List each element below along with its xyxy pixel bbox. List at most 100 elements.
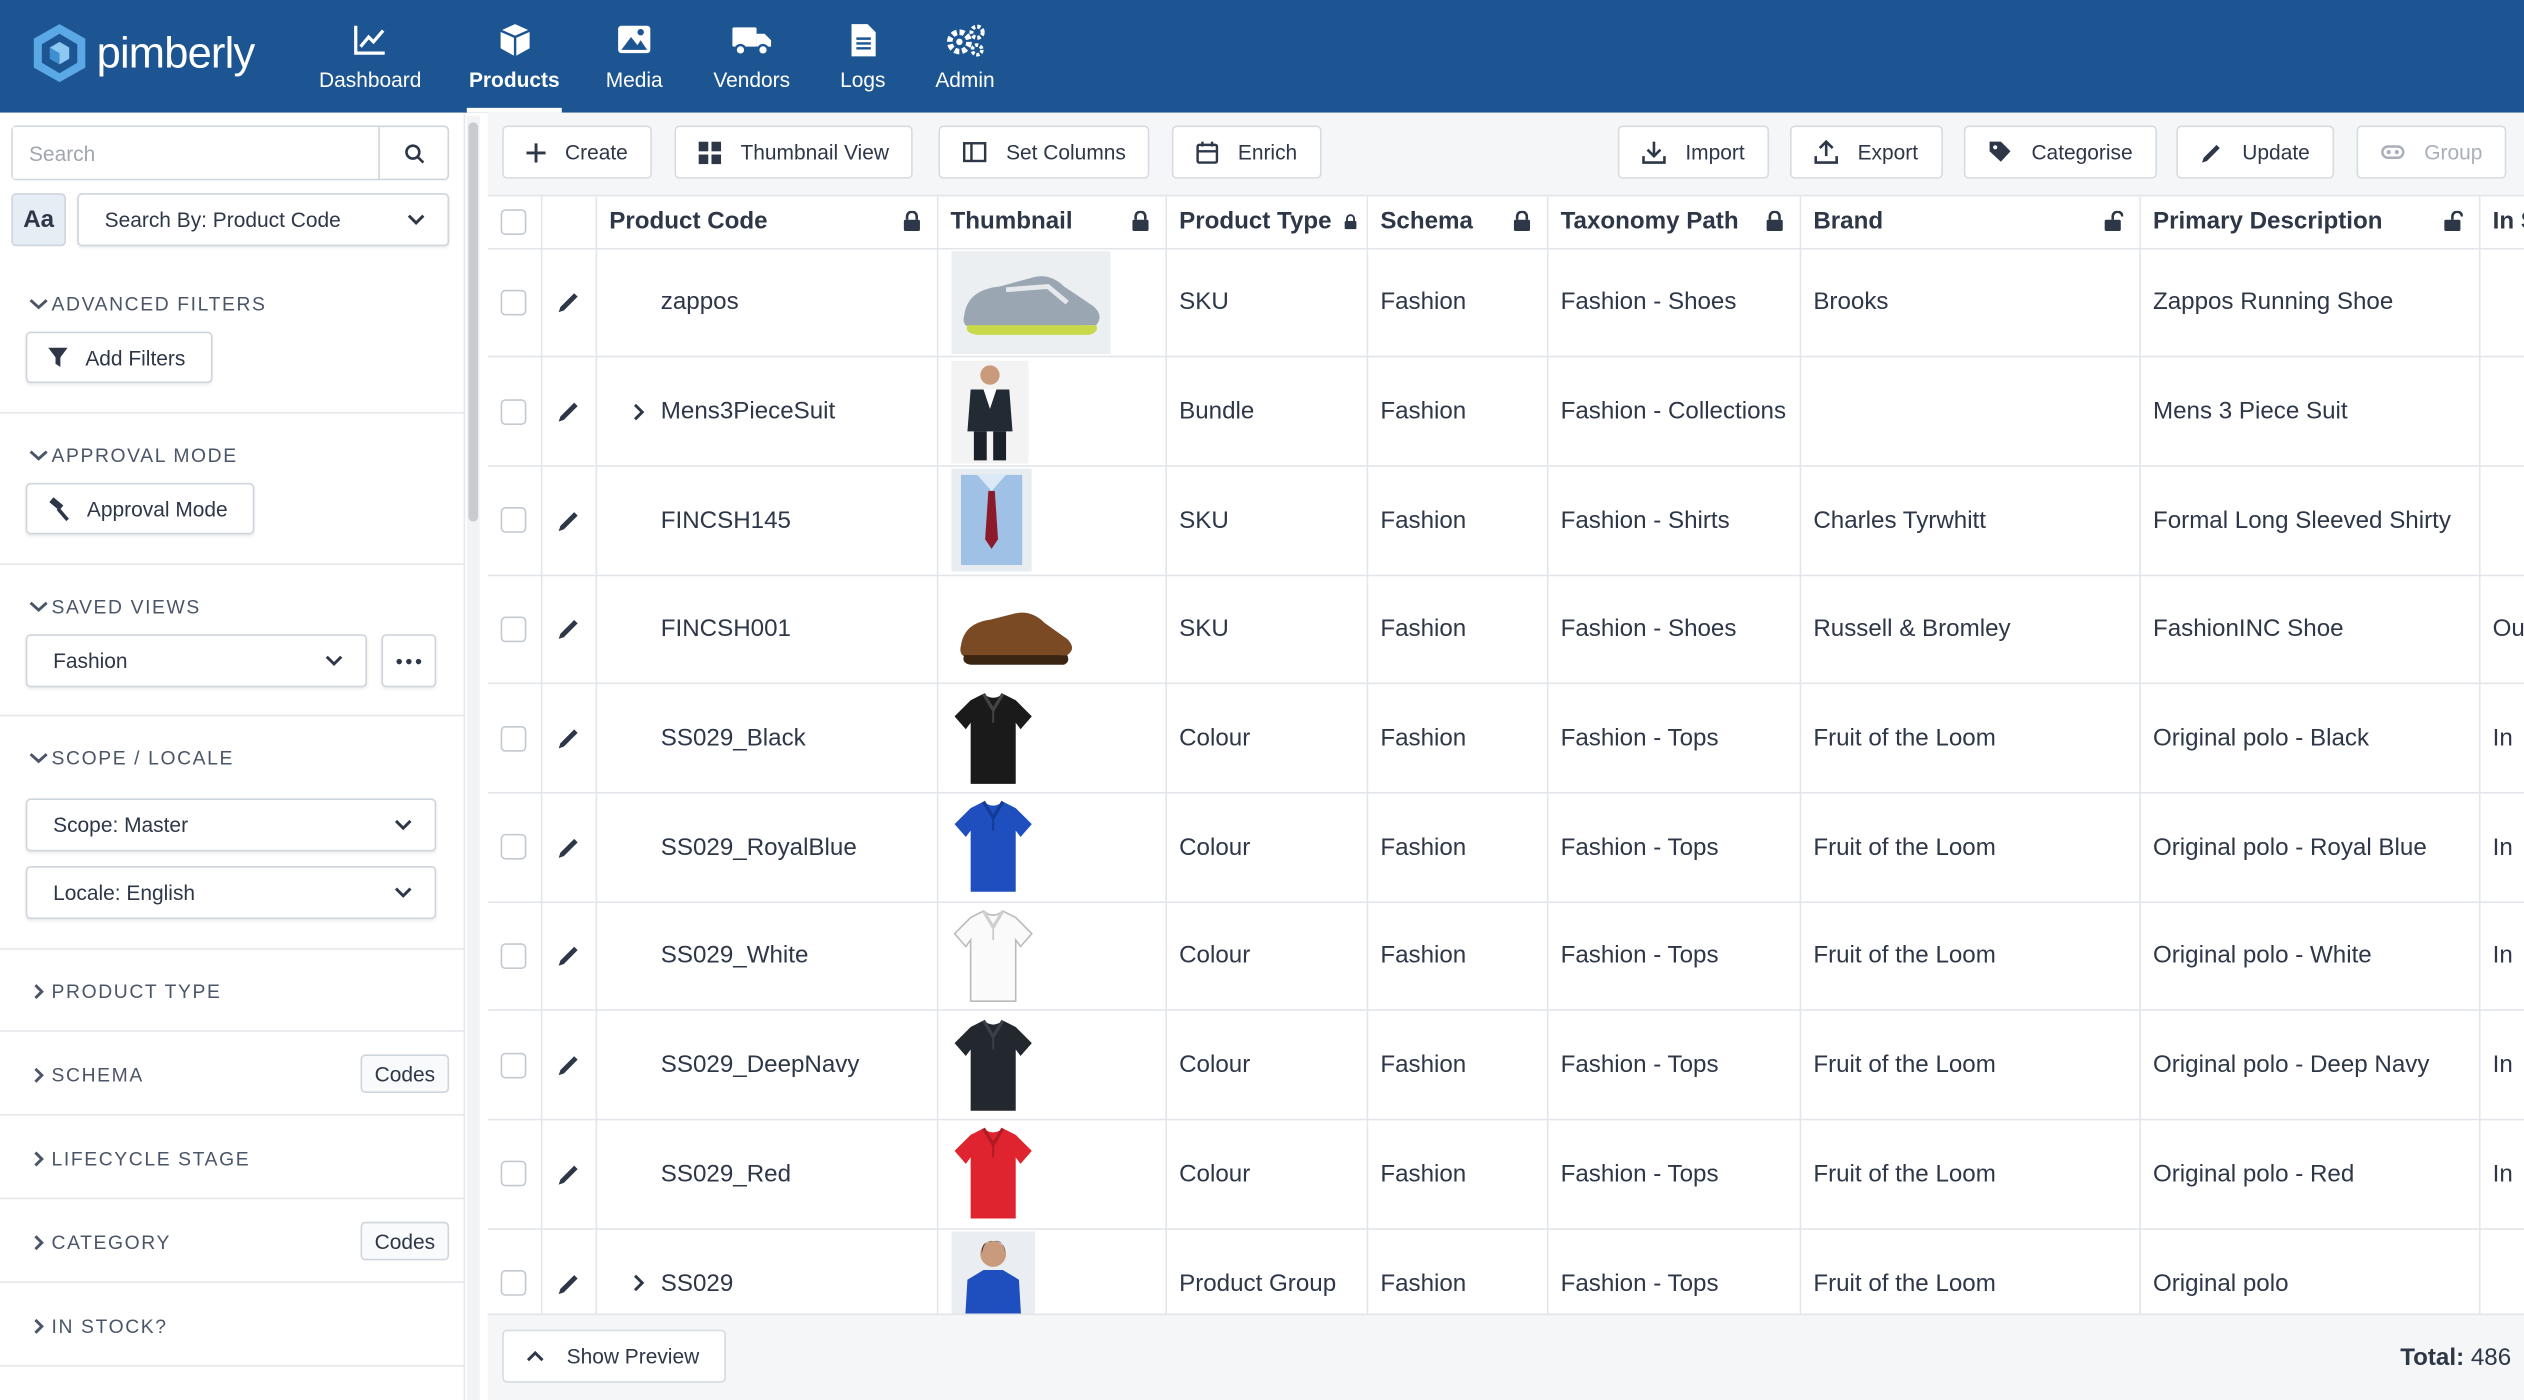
table-row[interactable]: SS029_RoyalBlue Colour Fashion Fashion -… [487, 792, 2524, 903]
edit-pencil-icon[interactable] [556, 1053, 580, 1077]
thumbnail-cell[interactable] [936, 901, 1167, 1012]
schema-codes-button[interactable]: Codes [360, 1054, 450, 1093]
unlock-icon[interactable] [2103, 210, 2123, 232]
table-row[interactable]: SS029_White Colour Fashion Fashion - Top… [487, 901, 2524, 1012]
edit-pencil-icon[interactable] [556, 1162, 580, 1186]
product-thumbnail[interactable] [950, 904, 1152, 1008]
search-by-select[interactable]: Search By: Product Code [77, 193, 450, 247]
unlock-icon[interactable] [2443, 210, 2463, 232]
product-thumbnail[interactable] [950, 577, 1152, 681]
edit-row-button[interactable] [542, 617, 594, 641]
edit-row-button[interactable] [542, 944, 594, 968]
product-code-cell[interactable]: FINCSH145 [595, 465, 938, 576]
in-stock-toggle[interactable]: IN STOCK? [29, 1315, 168, 1338]
thumbnail-cell[interactable] [936, 465, 1167, 576]
thumbnail-cell[interactable] [936, 1010, 1167, 1121]
approval-mode-toggle[interactable]: APPROVAL MODE [29, 444, 238, 467]
edit-pencil-icon[interactable] [556, 835, 580, 859]
edit-row-button[interactable] [542, 1053, 594, 1077]
group-button[interactable]: Group [2356, 125, 2507, 179]
show-preview-button[interactable]: Show Preview [502, 1329, 727, 1383]
table-row[interactable]: FINCSH001 SKU Fashion Fashion - Shoes Ru… [487, 574, 2524, 685]
categorise-button[interactable]: Categorise [1963, 125, 2157, 179]
search-button[interactable] [378, 127, 447, 179]
product-code-cell[interactable]: SS029_White [595, 901, 938, 1012]
row-checkbox[interactable] [501, 943, 527, 969]
product-thumbnail[interactable] [950, 1231, 1152, 1314]
thumbnail-cell[interactable] [936, 356, 1167, 467]
row-checkbox[interactable] [501, 507, 527, 534]
table-row[interactable]: SS029_DeepNavy Colour Fashion Fashion - … [487, 1010, 2524, 1121]
column-header[interactable]: Brand [1799, 196, 2141, 249]
product-type-toggle[interactable]: PRODUCT TYPE [29, 980, 221, 1003]
update-button[interactable]: Update [2176, 125, 2334, 179]
category-toggle[interactable]: CATEGORY [29, 1231, 171, 1254]
sidebar-scrollbar-thumb[interactable] [468, 122, 479, 522]
thumbnail-cell[interactable] [936, 1228, 1167, 1314]
column-header[interactable]: Product Code [595, 196, 938, 249]
nav-vendors[interactable]: Vendors [710, 0, 794, 113]
search-input[interactable] [12, 127, 379, 179]
select-all-checkbox[interactable] [501, 208, 527, 235]
import-button[interactable]: Import [1617, 125, 1769, 179]
edit-row-button[interactable] [542, 726, 594, 750]
row-expander[interactable] [629, 1273, 648, 1292]
nav-dashboard[interactable]: Dashboard [317, 0, 423, 113]
thumbnail-view-button[interactable]: Thumbnail View [674, 125, 914, 179]
table-row[interactable]: zappos SKU Fashion Fashion - Shoes Brook… [487, 247, 2524, 358]
row-checkbox[interactable] [501, 725, 527, 752]
table-row[interactable]: FINCSH145 SKU Fashion Fashion - Shirts C… [487, 465, 2524, 576]
table-row[interactable]: Mens3PieceSuit Bundle Fashion Fashion - … [487, 356, 2524, 467]
nav-logs[interactable]: Logs [835, 0, 890, 113]
thumbnail-cell[interactable] [936, 1119, 1167, 1230]
product-code-cell[interactable]: FINCSH001 [595, 574, 938, 685]
edit-pencil-icon[interactable] [556, 508, 580, 532]
lifecycle-stage-toggle[interactable]: LIFECYCLE STAGE [29, 1148, 250, 1170]
nav-media[interactable]: Media [602, 0, 666, 113]
lock-icon[interactable] [902, 210, 920, 232]
thumbnail-cell[interactable] [936, 683, 1167, 794]
product-code-cell[interactable]: SS029_DeepNavy [595, 1010, 938, 1121]
product-code-cell[interactable]: SS029_Black [595, 683, 938, 794]
export-button[interactable]: Export [1789, 125, 1943, 179]
column-header[interactable]: Schema [1366, 196, 1548, 249]
create-button[interactable]: Create [502, 125, 652, 179]
lock-icon[interactable] [1765, 210, 1783, 232]
enrich-button[interactable]: Enrich [1171, 125, 1322, 179]
row-checkbox[interactable] [501, 1052, 527, 1078]
product-code-cell[interactable]: SS029 [595, 1228, 938, 1314]
product-thumbnail[interactable] [950, 1013, 1152, 1117]
product-code-cell[interactable]: zappos [595, 247, 938, 358]
table-row[interactable]: SS029_Red Colour Fashion Fashion - Tops … [487, 1119, 2524, 1230]
row-checkbox[interactable] [501, 1161, 527, 1187]
pimberly-logo[interactable]: pimberly [32, 21, 255, 85]
chevron-right-icon[interactable] [632, 402, 645, 421]
set-columns-button[interactable]: Set Columns [938, 125, 1151, 179]
column-header[interactable]: Taxonomy Path [1546, 196, 1801, 249]
edit-row-button[interactable] [542, 399, 594, 423]
row-checkbox[interactable] [501, 1270, 527, 1296]
edit-pencil-icon[interactable] [556, 1271, 580, 1295]
table-row[interactable]: SS029 Product Group Fashion Fashion - To… [487, 1228, 2524, 1314]
row-expander[interactable] [629, 402, 648, 421]
lock-icon[interactable] [1343, 214, 1356, 230]
column-header[interactable]: Thumbnail [936, 196, 1167, 249]
edit-pencil-icon[interactable] [556, 617, 580, 641]
advanced-filters-toggle[interactable]: ADVANCED FILTERS [29, 293, 267, 316]
schema-toggle[interactable]: SCHEMA [29, 1064, 144, 1087]
thumbnail-cell[interactable] [936, 574, 1167, 685]
edit-pencil-icon[interactable] [556, 726, 580, 750]
column-header[interactable]: Product Type [1165, 196, 1368, 249]
chevron-right-icon[interactable] [632, 1273, 645, 1292]
edit-row-button[interactable] [542, 1162, 594, 1186]
column-header[interactable]: Primary Description [2139, 196, 2480, 249]
edit-pencil-icon[interactable] [556, 290, 580, 314]
product-thumbnail[interactable] [950, 1122, 1152, 1226]
nav-products[interactable]: Products [466, 0, 562, 113]
saved-views-toggle[interactable]: SAVED VIEWS [29, 596, 201, 618]
lock-icon[interactable] [1131, 210, 1149, 232]
product-code-cell[interactable]: Mens3PieceSuit [595, 356, 938, 467]
match-case-toggle[interactable]: Aa [11, 193, 66, 247]
product-thumbnail[interactable] [950, 250, 1152, 354]
category-codes-button[interactable]: Codes [360, 1221, 450, 1261]
